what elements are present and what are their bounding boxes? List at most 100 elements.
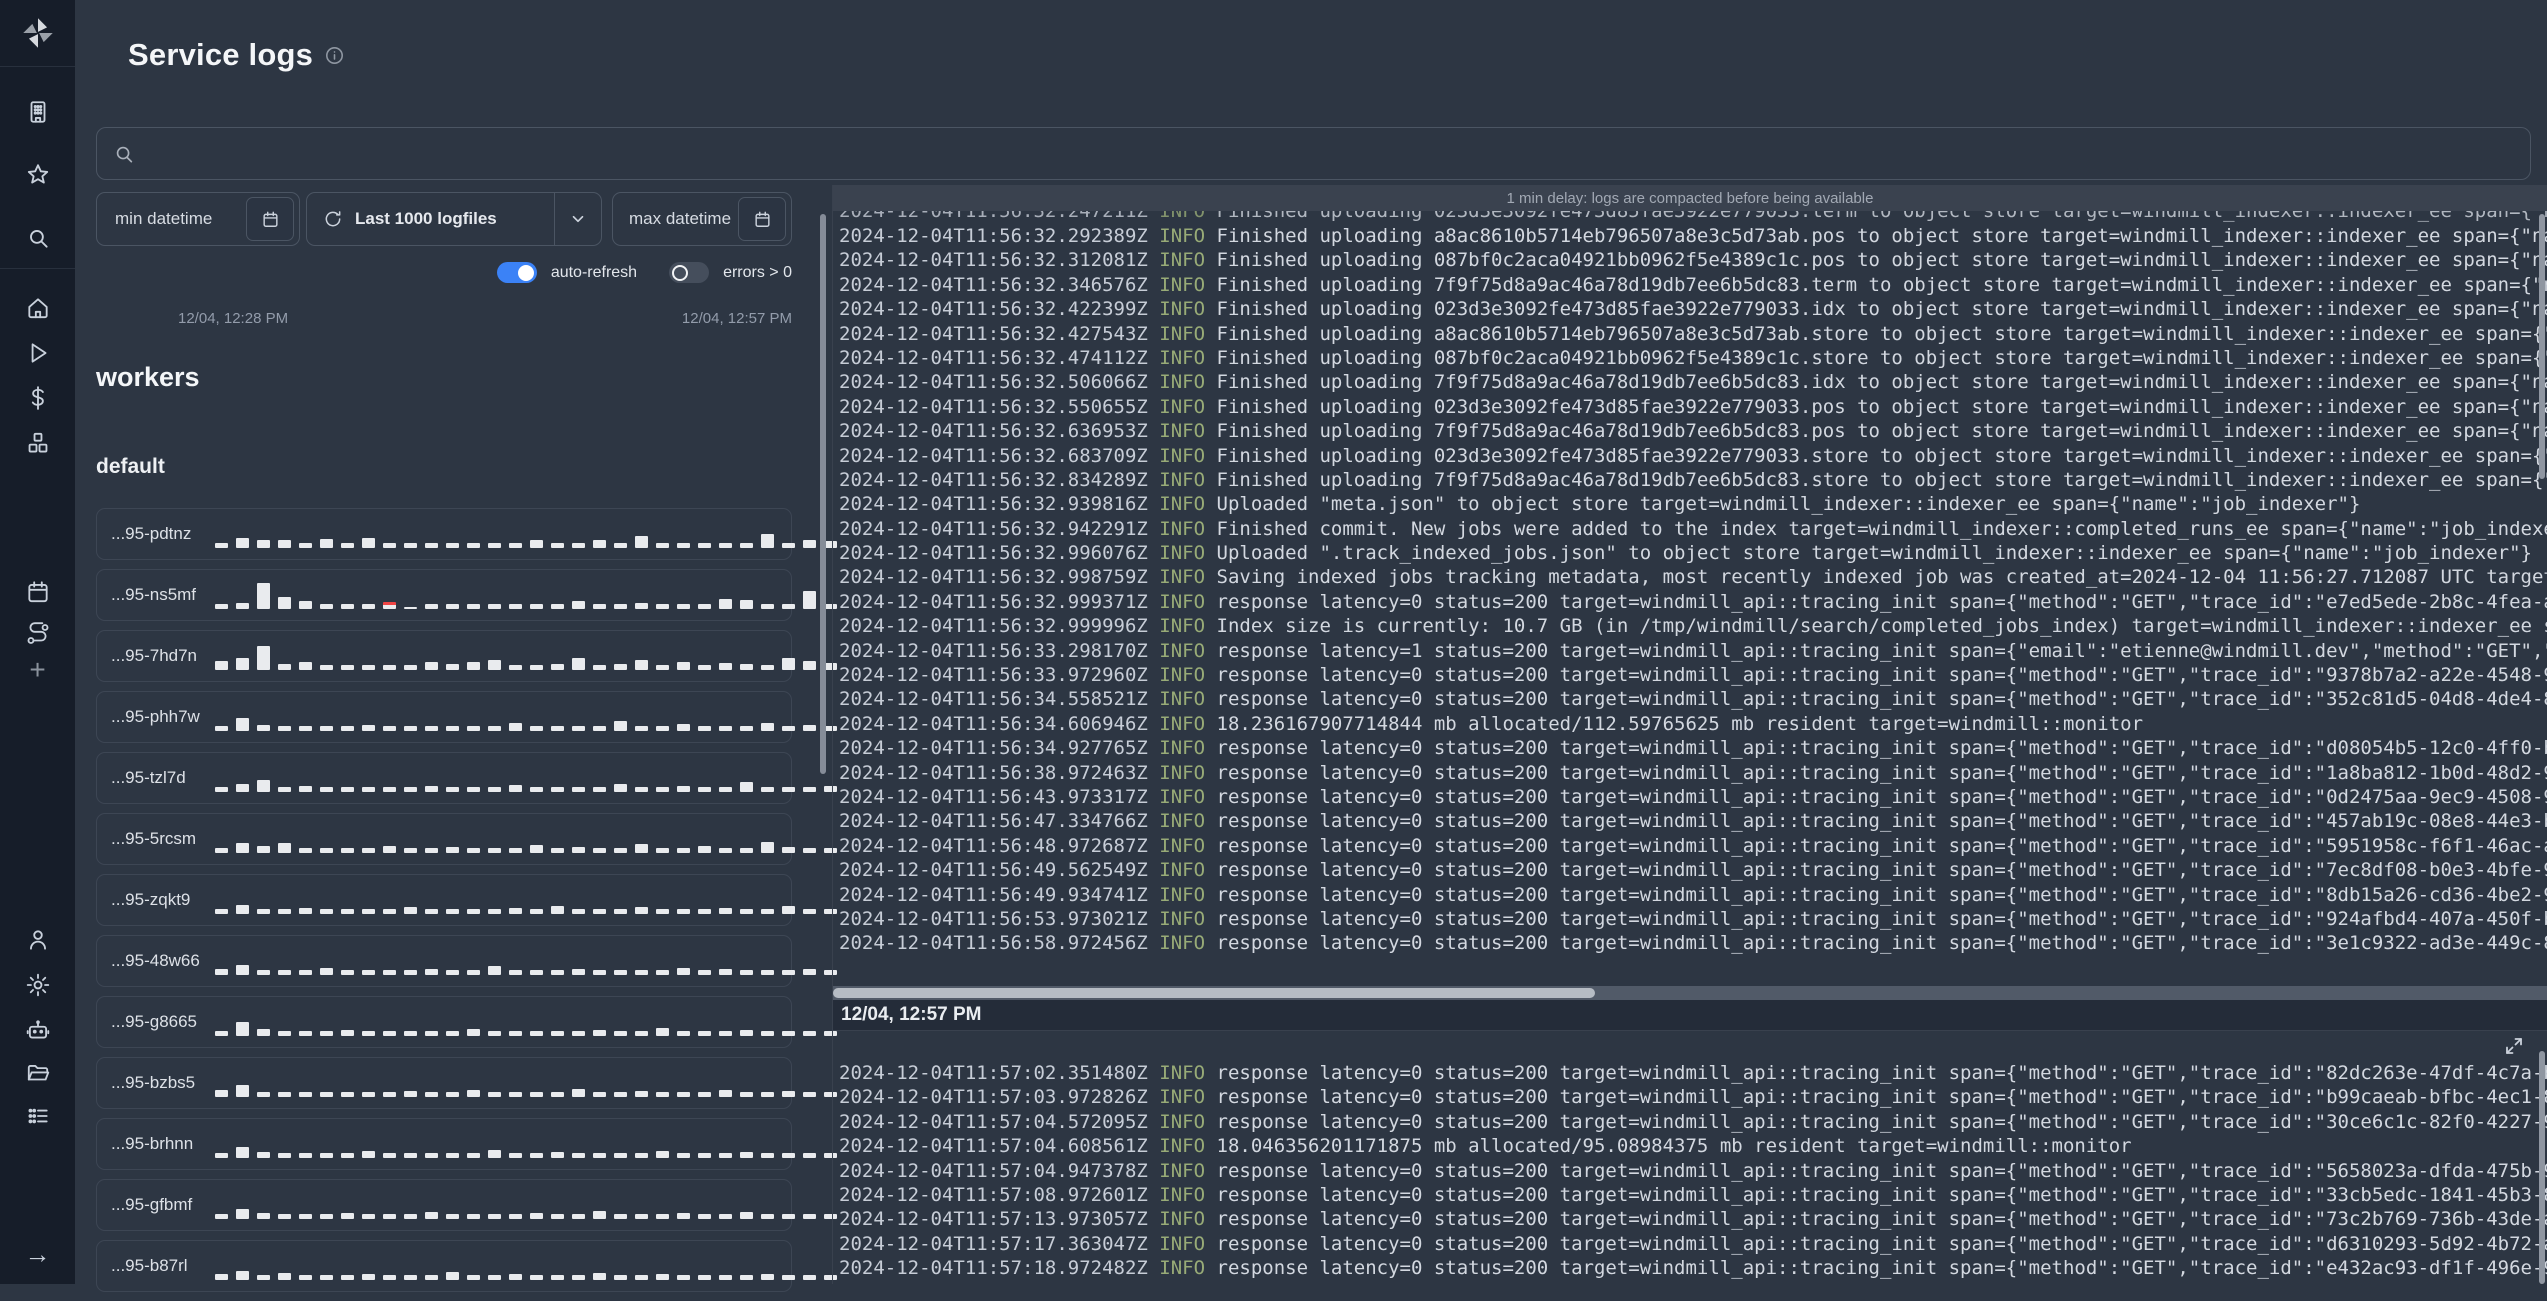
add-icon[interactable]: + bbox=[0, 650, 75, 690]
log-line: 2024-12-04T11:56:32.998759Z INFO Saving … bbox=[839, 566, 2547, 589]
worker-activity-sparkline bbox=[215, 1180, 837, 1230]
log-line: 2024-12-04T11:56:38.972463Z INFO respons… bbox=[839, 761, 2547, 784]
worker-name: ...95-gfbmf bbox=[111, 1195, 193, 1214]
log-lines-2: 2024-12-04T11:57:02.351480Z INFO respons… bbox=[839, 1061, 2547, 1281]
max-datetime-input[interactable]: max datetime bbox=[612, 192, 792, 246]
log-pane: 1 min delay: logs are compacted before b… bbox=[832, 185, 2547, 1284]
log-line: 2024-12-04T11:57:17.363047Z INFO respons… bbox=[839, 1232, 2547, 1255]
log-line: 2024-12-04T11:56:34.927765Z INFO respons… bbox=[839, 737, 2547, 760]
log-line: 2024-12-04T11:56:32.346576Z INFO Finishe… bbox=[839, 273, 2547, 296]
errors-toggle[interactable] bbox=[669, 262, 710, 283]
clipped-log-line: 2024-12-04T11:56:32.247211Z INFO Finishe… bbox=[839, 211, 2547, 224]
errors-label: errors > 0 bbox=[723, 263, 792, 281]
log-line: 2024-12-04T11:56:32.247211Z INFO Finishe… bbox=[839, 211, 2547, 222]
search-input[interactable] bbox=[147, 142, 2514, 165]
worker-name: ...95-zqkt9 bbox=[111, 890, 191, 909]
page-title: Service logs bbox=[128, 37, 344, 73]
log-section-2: 2024-12-04T11:57:02.351480Z INFO respons… bbox=[833, 1031, 2547, 1284]
log-line: 2024-12-04T11:57:04.947378Z INFO respons… bbox=[839, 1159, 2547, 1182]
max-datetime-label: max datetime bbox=[629, 209, 732, 228]
worker-row[interactable]: ...95-ns5mf bbox=[96, 569, 837, 621]
windmill-logo[interactable] bbox=[0, 0, 75, 67]
log-line: 2024-12-04T11:56:34.558521Z INFO respons… bbox=[839, 688, 2547, 711]
chevron-down-icon bbox=[572, 215, 584, 223]
log-line: 2024-12-04T11:56:32.422399Z INFO Finishe… bbox=[839, 298, 2547, 321]
min-datetime-calendar-button[interactable] bbox=[246, 197, 294, 241]
toggle-row: auto-refresh errors > 0 bbox=[96, 262, 792, 283]
log-line: 2024-12-04T11:56:32.506066Z INFO Finishe… bbox=[839, 371, 2547, 394]
expand-sidebar-icon[interactable]: → bbox=[0, 1234, 75, 1274]
worker-row[interactable]: ...95-bzbs5 bbox=[96, 1057, 837, 1109]
logfiles-dropdown-button[interactable] bbox=[554, 193, 601, 245]
worker-name: ...95-brhnn bbox=[111, 1134, 194, 1153]
search-nav-icon[interactable] bbox=[0, 218, 75, 258]
date-range-row: 12/04, 12:28 PM 12/04, 12:57 PM bbox=[96, 310, 792, 327]
log-line: 2024-12-04T11:56:48.972687Z INFO respons… bbox=[839, 834, 2547, 857]
horizontal-scrollbar-track[interactable] bbox=[833, 986, 2547, 1000]
max-datetime-calendar-button[interactable] bbox=[738, 197, 786, 241]
log-line: 2024-12-04T11:57:03.972826Z INFO respons… bbox=[839, 1086, 2547, 1109]
log-line: 2024-12-04T11:57:08.972601Z INFO respons… bbox=[839, 1183, 2547, 1206]
log-line: 2024-12-04T11:56:34.606946Z INFO 18.2361… bbox=[839, 712, 2144, 735]
flows-icon[interactable] bbox=[0, 614, 75, 654]
worker-name: ...95-pdtnz bbox=[111, 524, 192, 543]
worker-name: ...95-ns5mf bbox=[111, 585, 197, 604]
worker-row[interactable]: ...95-brhnn bbox=[96, 1118, 837, 1170]
log-line: 2024-12-04T11:56:32.636953Z INFO Finishe… bbox=[839, 420, 2547, 443]
min-datetime-input[interactable]: min datetime bbox=[96, 192, 300, 246]
runs-icon[interactable] bbox=[0, 333, 75, 373]
info-icon[interactable] bbox=[325, 37, 344, 73]
min-datetime-label: min datetime bbox=[115, 209, 213, 228]
section1-vertical-scrollbar[interactable] bbox=[2539, 214, 2545, 479]
worker-activity-sparkline bbox=[215, 936, 837, 986]
worker-row[interactable]: ...95-7hd7n bbox=[96, 630, 837, 682]
range-start: 12/04, 12:28 PM bbox=[178, 310, 289, 327]
worker-activity-sparkline bbox=[215, 875, 837, 925]
settings-icon[interactable] bbox=[0, 965, 75, 1005]
schedules-icon[interactable] bbox=[0, 572, 75, 612]
home-icon[interactable] bbox=[0, 288, 75, 328]
maximize-icon bbox=[2506, 1038, 2522, 1054]
log-section-2-header: 12/04, 12:57 PM bbox=[833, 1000, 2547, 1031]
log-line: 2024-12-04T11:56:53.973021Z INFO respons… bbox=[839, 907, 2547, 930]
worker-row[interactable]: ...95-tzl7d bbox=[96, 752, 837, 804]
log-line: 2024-12-04T11:56:32.834289Z INFO Finishe… bbox=[839, 468, 2547, 491]
robot-icon[interactable] bbox=[0, 1010, 75, 1050]
worker-row[interactable]: ...95-pdtnz bbox=[96, 508, 837, 560]
horizontal-scrollbar-thumb[interactable] bbox=[833, 988, 1595, 998]
worker-row[interactable]: ...95-gfbmf bbox=[96, 1179, 837, 1231]
spend-icon[interactable] bbox=[0, 378, 75, 418]
worker-row[interactable]: ...95-48w66 bbox=[96, 935, 837, 987]
user-icon[interactable] bbox=[0, 920, 75, 960]
left-panel-scrollbar[interactable] bbox=[820, 214, 826, 774]
worker-row[interactable]: ...95-5rcsm bbox=[96, 813, 837, 865]
worker-activity-sparkline bbox=[215, 1119, 837, 1169]
worker-list: ...95-pdtnz ...95-ns5mf ...95-7hd7n ...95-p… bbox=[96, 508, 837, 1301]
worker-row[interactable]: ...95-b87rl bbox=[96, 1240, 837, 1292]
worker-name: ...95-b87rl bbox=[111, 1256, 188, 1275]
favorites-icon[interactable] bbox=[0, 155, 75, 195]
list-icon[interactable] bbox=[0, 1096, 75, 1136]
worker-row[interactable]: ...95-g8665 bbox=[96, 996, 837, 1048]
logfiles-select[interactable]: Last 1000 logfiles bbox=[306, 192, 602, 246]
log-line: 2024-12-04T11:56:32.999996Z INFO Index s… bbox=[839, 615, 2547, 638]
worker-row[interactable]: ...95-phh7w bbox=[96, 691, 837, 743]
worker-row[interactable]: ...95-zqkt9 bbox=[96, 874, 837, 926]
auto-refresh-toggle[interactable] bbox=[496, 262, 537, 283]
search-bar[interactable] bbox=[96, 127, 2531, 180]
resources-icon[interactable] bbox=[0, 423, 75, 463]
log-line: 2024-12-04T11:57:02.351480Z INFO respons… bbox=[839, 1062, 2547, 1084]
calendar-icon bbox=[262, 211, 278, 227]
section2-vertical-scrollbar[interactable] bbox=[2539, 1051, 2545, 1284]
log-line: 2024-12-04T11:56:43.973317Z INFO respons… bbox=[839, 785, 2547, 808]
log-line: 2024-12-04T11:56:33.298170Z INFO respons… bbox=[839, 639, 2547, 662]
log-line: 2024-12-04T11:56:32.999371Z INFO respons… bbox=[839, 590, 2547, 613]
expand-button[interactable] bbox=[2505, 1037, 2523, 1060]
workspace-icon[interactable] bbox=[0, 92, 75, 132]
calendar-icon bbox=[754, 211, 770, 227]
search-icon bbox=[116, 146, 133, 162]
log-line: 2024-12-04T11:56:49.562549Z INFO respons… bbox=[839, 859, 2547, 882]
folders-icon[interactable] bbox=[0, 1053, 75, 1093]
log-line: 2024-12-04T11:56:47.334766Z INFO respons… bbox=[839, 810, 2547, 833]
worker-name: ...95-tzl7d bbox=[111, 768, 186, 787]
